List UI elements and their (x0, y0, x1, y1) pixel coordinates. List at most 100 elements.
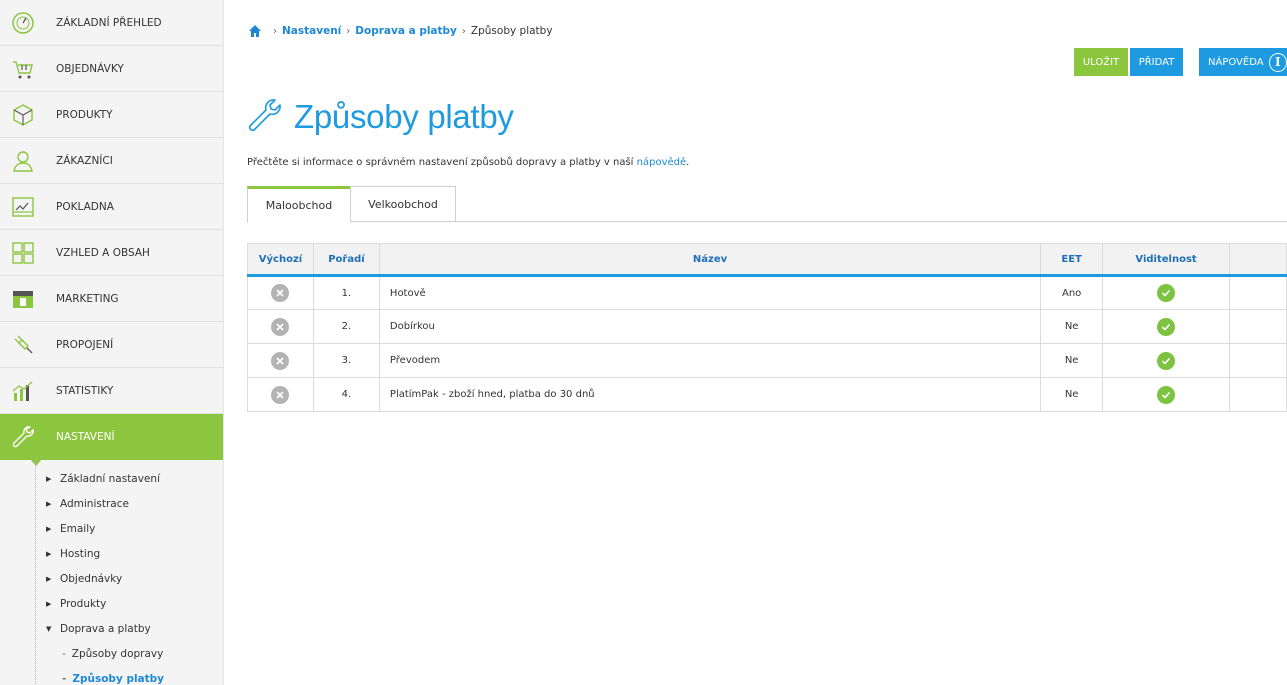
sidebar-item-statistiky[interactable]: STATISTIKY (0, 368, 223, 414)
check-circle-icon[interactable] (1157, 385, 1176, 404)
order-cell: 3. (312, 343, 380, 378)
submenu-item-hosting[interactable]: ▶ Hosting (0, 541, 223, 566)
box-icon (0, 92, 46, 138)
breadcrumb-link-nastaveni[interactable]: Nastavení (282, 25, 341, 37)
default-cell (247, 377, 314, 412)
dash-bullet: - (62, 672, 67, 685)
dashboard-icon (0, 0, 46, 46)
x-circle-icon[interactable] (271, 317, 290, 336)
submenu-label: Základní nastavení (60, 472, 160, 485)
info-text-body: Přečtěte si informace o správném nastave… (247, 157, 637, 168)
column-header-eet[interactable]: EET (1040, 243, 1104, 277)
triangle-right-icon: ▶ (46, 499, 52, 508)
toolbar: ULOŽIT PŘIDAT NÁPOVĚDA i (1074, 48, 1287, 76)
sidebar-item-zakladni-prehled[interactable]: ZÁKLADNÍ PŘEHLED (0, 0, 223, 46)
sidebar-item-label: STATISTIKY (56, 384, 114, 397)
help-button[interactable]: NÁPOVĚDA i (1199, 48, 1287, 76)
x-circle-icon[interactable] (271, 351, 290, 370)
eet-cell: Ne (1040, 377, 1104, 412)
submenu-label: Objednávky (60, 572, 123, 585)
default-cell (247, 309, 314, 344)
wrench-icon (244, 95, 284, 138)
name-cell[interactable]: Převodem (378, 343, 1042, 378)
main-content: › Nastavení › Doprava a platby › Způsoby… (224, 0, 1287, 685)
layout-icon (0, 230, 46, 276)
submenu-label: Doprava a platby (60, 622, 151, 635)
submenu-item-administrace[interactable]: ▶ Administrace (0, 491, 223, 516)
check-circle-icon[interactable] (1157, 317, 1176, 336)
check-circle-icon[interactable] (1157, 351, 1176, 370)
breadcrumb: › Nastavení › Doprava a platby › Způsoby… (248, 24, 553, 38)
table-row[interactable]: 2. Dobírkou Ne (247, 309, 1287, 344)
sidebar-item-produkty[interactable]: PRODUKTY (0, 92, 223, 138)
table-header-row: Výchozí Pořadí Název EET Viditelnost (247, 243, 1287, 277)
user-icon (0, 138, 46, 184)
check-circle-icon[interactable] (1157, 284, 1176, 302)
name-cell[interactable]: PlatímPak - zboží hned, platba do 30 dnů (378, 377, 1042, 412)
visibility-cell (1102, 377, 1231, 412)
home-icon[interactable] (248, 24, 262, 38)
breadcrumb-link-doprava[interactable]: Doprava a platby (355, 25, 457, 37)
info-text-end: . (686, 157, 690, 168)
x-circle-icon[interactable] (271, 284, 290, 302)
table-row[interactable]: 1. Hotově Ano (247, 275, 1287, 310)
submenu-item-zpusoby-dopravy[interactable]: - Způsoby dopravy (0, 641, 223, 666)
name-cell[interactable]: Hotově (378, 275, 1042, 310)
sidebar-item-label: PROPOJENÍ (56, 338, 114, 351)
triangle-right-icon: ▶ (46, 474, 52, 483)
eet-cell: Ne (1040, 343, 1104, 378)
x-circle-icon[interactable] (271, 385, 290, 404)
tabs: Maloobchod Velkoobchod (247, 186, 1287, 223)
submenu-item-objednavky[interactable]: ▶ Objednávky (0, 566, 223, 591)
triangle-right-icon: ▶ (46, 574, 52, 583)
breadcrumb-separator: › (461, 25, 466, 37)
empty-cell (1229, 343, 1287, 378)
table-row[interactable]: 4. PlatímPak - zboží hned, platba do 30 … (247, 377, 1287, 412)
sidebar-item-label: VZHLED A OBSAH (56, 246, 150, 259)
sidebar-item-propojeni[interactable]: PROPOJENÍ (0, 322, 223, 368)
tab-velkoobchod[interactable]: Velkoobchod (350, 186, 456, 222)
column-header-viditelnost[interactable]: Viditelnost (1102, 243, 1231, 277)
column-header-empty (1229, 243, 1287, 277)
breadcrumb-separator: › (273, 25, 277, 37)
cart-icon (0, 46, 46, 92)
tab-maloobchod[interactable]: Maloobchod (247, 186, 351, 223)
submenu-label: Produkty (60, 597, 107, 610)
column-header-poradi[interactable]: Pořadí (312, 243, 380, 277)
order-cell: 1. (312, 275, 380, 310)
name-cell[interactable]: Dobírkou (378, 309, 1042, 344)
marketing-icon (0, 276, 46, 322)
sidebar-item-marketing[interactable]: MARKETING (0, 276, 223, 322)
sidebar-item-nastaveni[interactable]: NASTAVENÍ (0, 414, 223, 466)
sidebar-item-pokladna[interactable]: POKLADNA (0, 184, 223, 230)
submenu-item-emaily[interactable]: ▶ Emaily (0, 516, 223, 541)
column-header-nazev[interactable]: Název (378, 243, 1042, 277)
add-button[interactable]: PŘIDAT (1130, 48, 1183, 76)
sidebar-item-objednavky[interactable]: OBJEDNÁVKY (0, 46, 223, 92)
breadcrumb-current: Způsoby platby (470, 25, 553, 37)
sidebar-item-label: NASTAVENÍ (56, 430, 115, 443)
eet-cell: Ne (1040, 309, 1104, 344)
sidebar: ZÁKLADNÍ PŘEHLED OBJEDNÁVKY PRODUKTY ZÁK… (0, 0, 224, 685)
submenu-label: Emaily (60, 522, 96, 535)
submenu-item-zakladni-nastaveni[interactable]: ▶ Základní nastavení (0, 466, 223, 491)
save-button[interactable]: ULOŽIT (1074, 48, 1128, 76)
submenu-label: Administrace (60, 497, 129, 510)
page-title: Způsoby platby (244, 95, 514, 138)
table-row[interactable]: 3. Převodem Ne (247, 343, 1287, 378)
eet-cell: Ano (1040, 275, 1104, 310)
column-header-vychozi[interactable]: Výchozí (247, 243, 314, 277)
help-button-label: NÁPOVĚDA (1208, 56, 1264, 68)
triangle-down-icon: ▼ (46, 624, 52, 633)
triangle-right-icon: ▶ (46, 524, 52, 533)
submenu-label: Hosting (60, 547, 101, 560)
submenu-item-zpusoby-platby[interactable]: - Způsoby platby (0, 666, 223, 685)
sidebar-item-vzhled-a-obsah[interactable]: VZHLED A OBSAH (0, 230, 223, 276)
page-title-text: Způsoby platby (294, 97, 514, 135)
submenu-item-doprava-a-platby[interactable]: ▼ Doprava a platby (0, 616, 223, 641)
sidebar-item-zakaznici[interactable]: ZÁKAZNÍCI (0, 138, 223, 184)
submenu-item-produkty[interactable]: ▶ Produkty (0, 591, 223, 616)
sidebar-item-label: MARKETING (56, 292, 119, 305)
help-link[interactable]: nápovědě (637, 157, 687, 168)
info-icon: i (1268, 52, 1287, 72)
